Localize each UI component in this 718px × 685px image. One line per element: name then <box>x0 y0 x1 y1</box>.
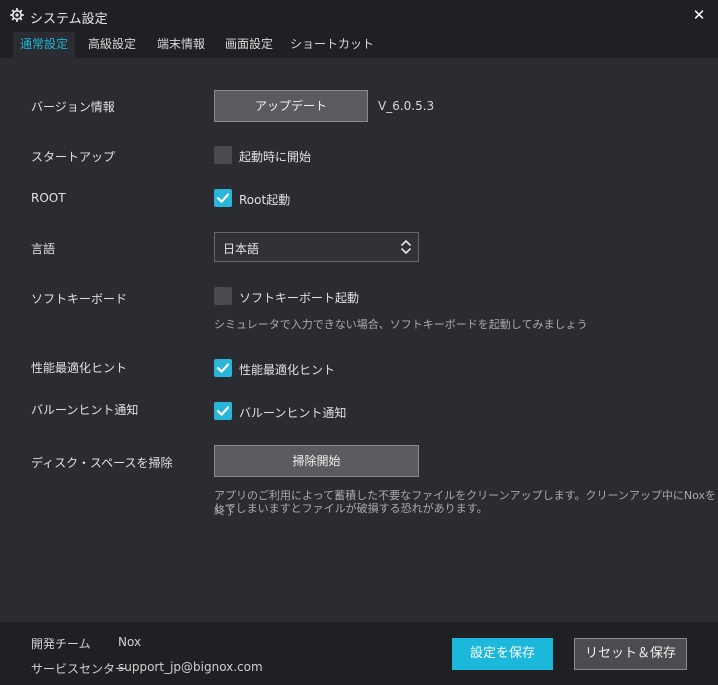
gear-icon <box>9 7 25 23</box>
window-title: システム設定 <box>30 12 108 27</box>
disk-cleanup-button[interactable]: 掃除開始 <box>214 445 419 477</box>
startup-label: スタートアップ <box>31 150 116 164</box>
dev-team-value: Nox <box>118 635 142 649</box>
language-select[interactable]: 日本語 <box>214 232 419 262</box>
version-label: バージョン情報 <box>31 100 115 114</box>
language-label: 言語 <box>31 242 56 256</box>
root-checkbox[interactable] <box>214 189 232 207</box>
startup-checkbox-label[interactable]: 起動時に開始 <box>239 148 311 165</box>
tab-device-info[interactable]: 端末情報 <box>150 32 212 58</box>
performance-checkbox[interactable] <box>214 359 232 377</box>
dev-team-label: 開発チーム <box>31 637 91 651</box>
chevron-up-down-icon <box>401 240 411 254</box>
check-icon <box>216 406 230 416</box>
tab-advanced[interactable]: 高級設定 <box>81 32 143 58</box>
check-icon <box>216 193 230 203</box>
tab-bar: 通常設定 高級設定 端末情報 画面設定 ショートカット <box>0 32 718 58</box>
settings-panel <box>0 58 718 622</box>
soft-keyboard-checkbox[interactable] <box>214 287 232 305</box>
balloon-label: バルーンヒント通知 <box>31 403 139 417</box>
update-button[interactable]: アップデート <box>214 90 368 122</box>
reset-save-button[interactable]: リセット＆保存 <box>574 638 687 670</box>
version-value: V_6.0.5.3 <box>378 99 435 113</box>
save-settings-button[interactable]: 設定を保存 <box>452 638 553 670</box>
footer: 開発チーム Nox サービスセンター support_jp@bignox.com… <box>0 622 718 685</box>
tab-general[interactable]: 通常設定 <box>13 32 76 58</box>
soft-keyboard-checkbox-label[interactable]: ソフトキーボート起動 <box>239 289 359 306</box>
balloon-checkbox-label[interactable]: バルーンヒント通知 <box>239 404 346 421</box>
service-center-email[interactable]: support_jp@bignox.com <box>118 660 263 674</box>
soft-keyboard-hint: シミュレータで入力できない場合、ソフトキーボードを起動してみましょう <box>214 318 588 331</box>
title-bar: システム設定 ✕ <box>0 0 718 32</box>
tab-shortcut[interactable]: ショートカット <box>283 32 381 58</box>
root-checkbox-label[interactable]: Root起動 <box>239 191 290 208</box>
balloon-checkbox[interactable] <box>214 402 232 420</box>
language-select-value: 日本語 <box>223 242 260 256</box>
performance-checkbox-label[interactable]: 性能最適化ヒント <box>239 361 335 378</box>
close-icon[interactable]: ✕ <box>690 6 708 24</box>
startup-checkbox[interactable] <box>214 146 232 164</box>
disk-cleanup-hint-line2: してしまいますとファイルが破損する恐れがあります。 <box>214 502 488 515</box>
check-icon <box>216 363 230 373</box>
performance-label: 性能最適化ヒント <box>31 361 128 375</box>
soft-keyboard-label: ソフトキーボード <box>31 292 128 306</box>
service-center-label: サービスセンター <box>31 662 128 676</box>
root-label: ROOT <box>31 191 66 205</box>
tab-display[interactable]: 画面設定 <box>218 32 280 58</box>
disk-cleanup-label: ディスク・スペースを掃除 <box>31 456 173 470</box>
